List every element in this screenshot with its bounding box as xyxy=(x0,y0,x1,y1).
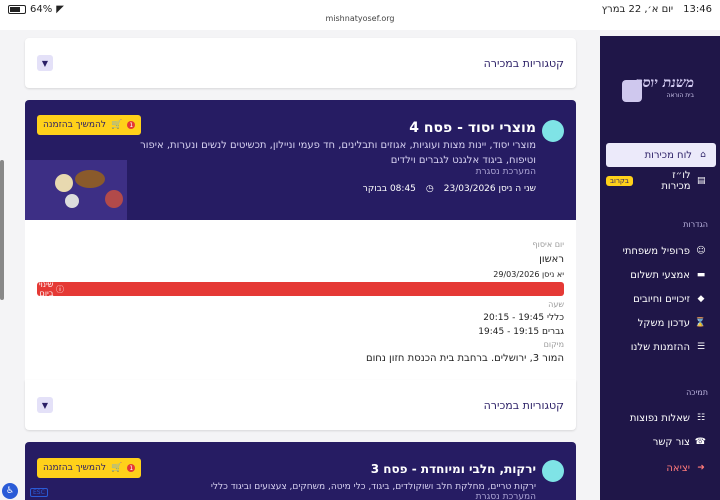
sale-card-header: מוצרי יסוד - פסח 4 מוצרי יסוד, יינות מצו… xyxy=(25,100,576,220)
logo-mark-icon xyxy=(622,80,642,102)
categories-card[interactable]: קטגוריות במכירה ▼ xyxy=(25,380,576,430)
url-bar[interactable]: mishnatyosef.org xyxy=(0,14,720,30)
categories-title: קטגוריות במכירה xyxy=(483,56,564,70)
cart-count-badge: 1 xyxy=(127,121,136,129)
sale-card-header: ירקות, חלבי ומיוחדת - פסח 3 ירקות טריים,… xyxy=(25,442,576,500)
chevron-down-icon[interactable]: ▼ xyxy=(37,397,53,413)
location-label: מיקום xyxy=(543,340,564,349)
continue-order-button[interactable]: 1 🛒 להמשיך בהזמנה xyxy=(37,458,142,478)
book-icon: ☷ xyxy=(696,413,706,423)
phone-icon: ☎ xyxy=(694,437,706,447)
sale-close-time: שני ה ניסן 23/03/2026 ◷ 08:45 בבוקר xyxy=(363,184,536,194)
close-time: 08:45 בבוקר xyxy=(362,184,416,194)
card-icon: ▬ xyxy=(696,270,706,280)
scroll-indicator[interactable] xyxy=(0,160,4,300)
sidebar-item-weight-update[interactable]: ⌛ עדכון משקל xyxy=(606,312,716,334)
sale-thumbnail xyxy=(25,160,127,220)
tag-icon: ◆ xyxy=(697,294,705,304)
sidebar-item-our-orders[interactable]: ☰ ההזמנות שלנו xyxy=(606,336,716,358)
continue-order-label: להמשיך בהזמנה xyxy=(43,120,106,130)
cart-icon: 🛒 xyxy=(111,463,123,473)
coming-soon-badge: בקרוב xyxy=(606,176,633,186)
logout-button[interactable]: ➜ יציאה xyxy=(606,457,716,479)
hour-label: שעה xyxy=(548,300,564,309)
sale-details: יום איסוף ראשון יא ניסן 29/03/2026 ⓘ שינ… xyxy=(25,220,576,380)
chevron-down-icon[interactable]: ▼ xyxy=(37,55,53,71)
list-icon: ☰ xyxy=(696,342,706,352)
sale-title: מוצרי יסוד - פסח 4 xyxy=(409,120,536,136)
continue-order-label: להמשיך בהזמנה xyxy=(43,463,106,473)
user-icon: ☺ xyxy=(696,246,706,256)
sale-title: ירקות, חלבי ומיוחדת - פסח 3 xyxy=(370,462,536,476)
esc-key-label[interactable]: ESC xyxy=(30,488,48,497)
categories-title: קטגוריות במכירה xyxy=(483,398,564,412)
accessibility-icon[interactable]: ♿ xyxy=(2,483,18,499)
settings-section-title: הגדרות xyxy=(683,220,708,229)
sidebar-item-sales-board[interactable]: ⌂ לוח מכירות xyxy=(606,143,716,167)
cart-count-badge: 1 xyxy=(127,464,136,472)
sidebar-item-label: צור קשר xyxy=(652,436,690,448)
logout-icon: ➜ xyxy=(697,463,705,473)
system-closing-label: המערכת נסגרת xyxy=(475,492,536,500)
sidebar-item-faq[interactable]: ☷ שאלות נפוצות xyxy=(606,407,716,429)
sidebar-item-label: לו״ז מכירות xyxy=(661,170,691,192)
calendar-icon: ▤ xyxy=(697,176,706,186)
hour-general: כללי 19:45 - 20:15 xyxy=(483,313,564,323)
sidebar: משנת יוסף בית הוראה ⌂ לוח מכירות ▤ לו״ז … xyxy=(600,36,720,500)
system-closing-label: המערכת נסגרת xyxy=(475,167,536,177)
alert-text: שינוי ביום xyxy=(38,280,54,298)
sale-status-dot xyxy=(542,460,564,482)
location-value: המור 3, ירושלים. ברחבת בית הכנסת חזון נח… xyxy=(365,353,564,364)
categories-card[interactable]: קטגוריות במכירה ▼ xyxy=(25,38,576,88)
sidebar-item-contact[interactable]: ☎ צור קשר xyxy=(606,431,716,453)
sidebar-item-label: שאלות נפוצות xyxy=(629,412,690,424)
hour-men: גברים 19:15 - 19:45 xyxy=(478,327,564,337)
sidebar-item-label: עדכון משקל xyxy=(637,317,690,329)
battery-icon xyxy=(8,5,26,14)
alert-icon: ⓘ xyxy=(56,284,64,294)
close-date: שני ה ניסן 23/03/2026 xyxy=(443,184,536,194)
sidebar-item-label: לוח מכירות xyxy=(644,149,692,161)
sidebar-item-label: זיכויים וחיובים xyxy=(633,293,690,305)
hourglass-icon: ⌛ xyxy=(694,318,706,328)
logo[interactable]: משנת יוסף בית הוראה xyxy=(622,76,694,118)
cart-icon: 🛒 xyxy=(111,120,123,130)
sidebar-item-label: ההזמנות שלנו xyxy=(630,341,690,353)
day-change-alert: ⓘ שינוי ביום xyxy=(37,280,564,298)
logout-label: יציאה xyxy=(666,462,690,474)
pickup-date: יא ניסן 29/03/2026 xyxy=(493,270,564,279)
continue-order-button[interactable]: 1 🛒 להמשיך בהזמנה xyxy=(37,115,142,135)
sidebar-item-label: אמצעי תשלום xyxy=(630,269,690,281)
home-icon: ⌂ xyxy=(700,150,706,160)
support-section-title: תמיכה xyxy=(686,388,708,397)
clock-icon: ◷ xyxy=(425,184,434,194)
sale-status-dot xyxy=(542,120,564,142)
sidebar-item-payment-methods[interactable]: ▬ אמצעי תשלום xyxy=(606,264,716,286)
pickup-day-value: ראשון xyxy=(539,254,564,265)
sidebar-item-sales-schedule[interactable]: ▤ לו״ז מכירות בקרוב xyxy=(606,170,716,192)
sale-description: מוצרי יסוד, יינות מצות ועוגיות, אגוזים ו… xyxy=(140,140,536,166)
sidebar-item-credits[interactable]: ◆ זיכויים וחיובים xyxy=(606,288,716,310)
sidebar-item-family-profile[interactable]: ☺ פרופיל משפחתי xyxy=(606,240,716,262)
sidebar-item-label: פרופיל משפחתי xyxy=(622,245,690,257)
pickup-day-label: יום איסוף xyxy=(532,240,564,249)
